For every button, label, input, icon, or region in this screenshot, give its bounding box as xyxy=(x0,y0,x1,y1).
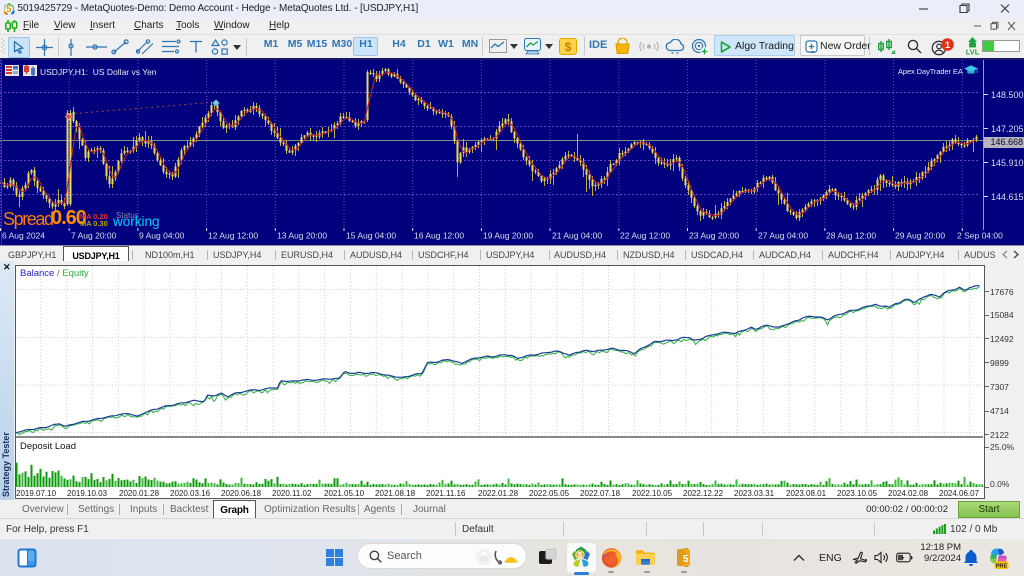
svg-text:16 Aug 12:00: 16 Aug 12:00 xyxy=(414,231,464,241)
svg-text:23 Aug 20:00: 23 Aug 20:00 xyxy=(689,231,739,241)
svg-text:13 Aug 20:00: 13 Aug 20:00 xyxy=(277,231,327,241)
svg-text:7 Aug 20:00: 7 Aug 20:00 xyxy=(71,231,117,241)
svg-text:27 Aug 04:00: 27 Aug 04:00 xyxy=(758,231,808,241)
svg-text:6 Aug 2024: 6 Aug 2024 xyxy=(2,231,45,241)
svg-text:5: 5 xyxy=(6,4,11,14)
svg-text:$: $ xyxy=(578,551,583,560)
svg-text:21 Aug 04:00: 21 Aug 04:00 xyxy=(552,231,602,241)
svg-text:12 Aug 12:00: 12 Aug 12:00 xyxy=(208,231,258,241)
svg-text:15 Aug 04:00: 15 Aug 04:00 xyxy=(346,231,396,241)
svg-text:22 Aug 12:00: 22 Aug 12:00 xyxy=(620,231,670,241)
svg-text:2 Sep 04:00: 2 Sep 04:00 xyxy=(957,231,1003,241)
svg-text:1: 1 xyxy=(945,40,951,51)
svg-text:19 Aug 20:00: 19 Aug 20:00 xyxy=(483,231,533,241)
svg-text:5: 5 xyxy=(683,554,689,565)
svg-text:9 Aug 04:00: 9 Aug 04:00 xyxy=(139,231,185,241)
svg-text:29 Aug 20:00: 29 Aug 20:00 xyxy=(895,231,945,241)
svg-text:LVL: LVL xyxy=(966,48,980,57)
svg-text:28 Aug 12:00: 28 Aug 12:00 xyxy=(826,231,876,241)
svg-text:PRE: PRE xyxy=(996,563,1008,569)
